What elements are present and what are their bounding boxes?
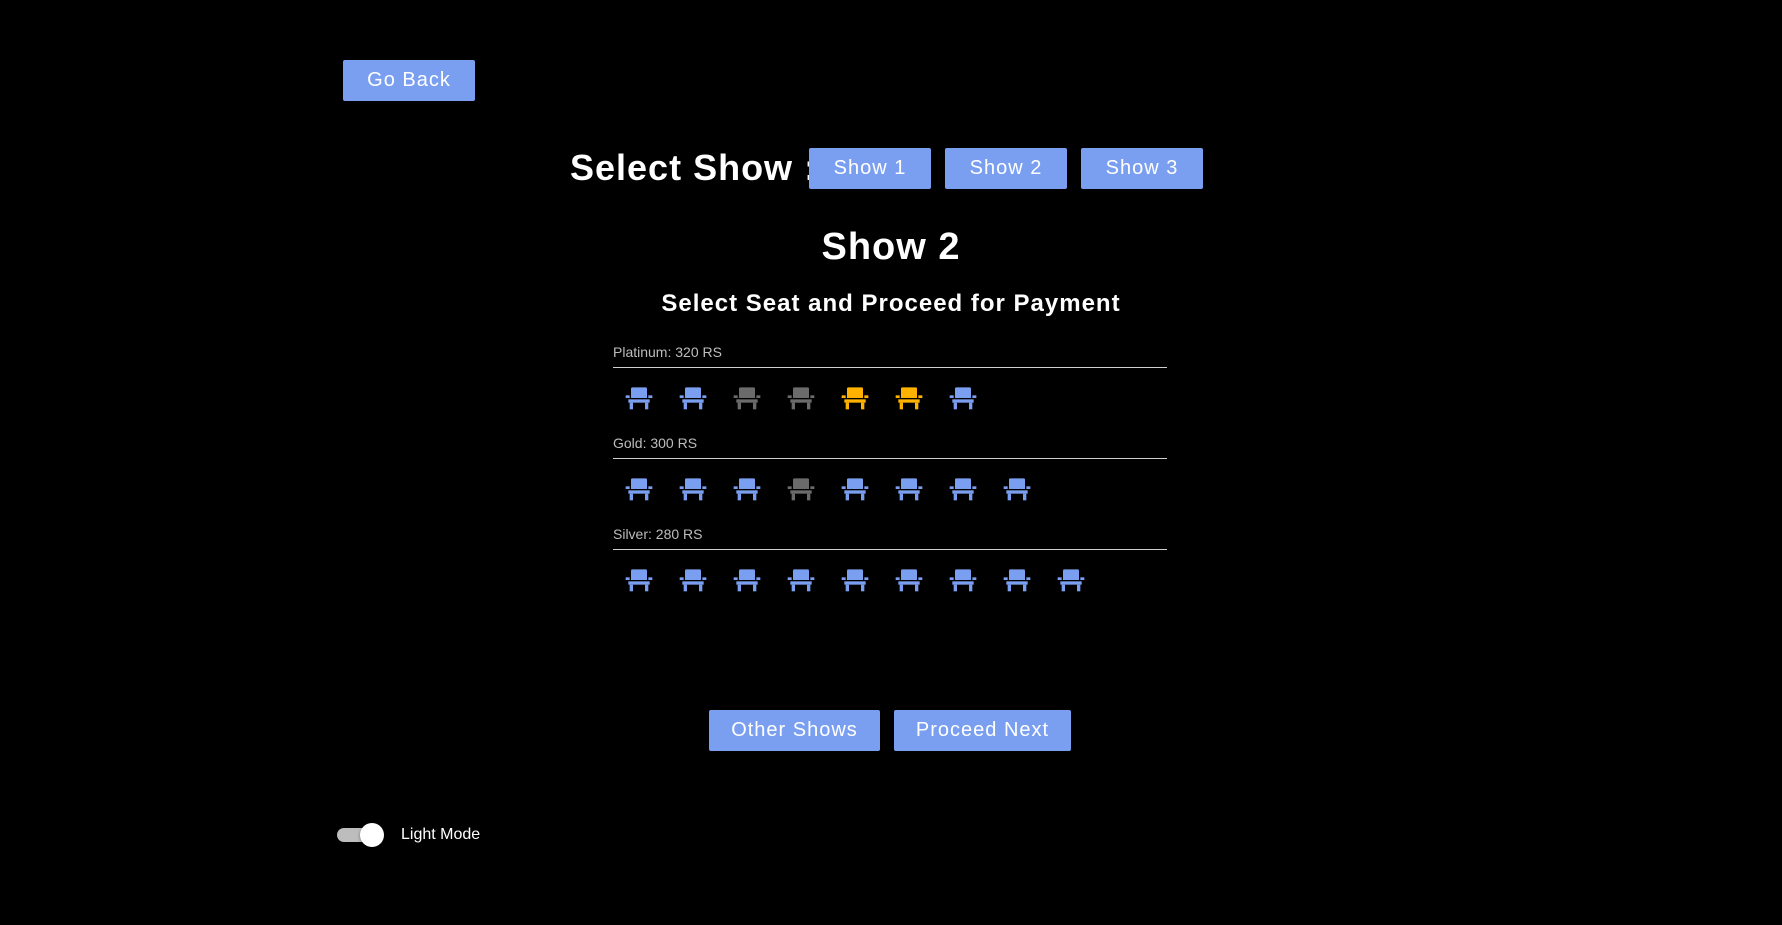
seat-icon[interactable]: [893, 564, 925, 596]
seat-icon[interactable]: [731, 473, 763, 505]
category-label: Silver: 280 RS: [613, 525, 1167, 550]
seat-icon[interactable]: [1001, 564, 1033, 596]
seat-selection-subtitle: Select Seat and Proceed for Payment: [661, 290, 1121, 317]
seat-icon[interactable]: [839, 564, 871, 596]
seat-row: [613, 382, 1167, 414]
proceed-next-button[interactable]: Proceed Next: [894, 710, 1071, 751]
go-back-button[interactable]: Go Back: [343, 60, 475, 101]
other-shows-button[interactable]: Other Shows: [709, 710, 880, 751]
select-show-label: Select Show :: [570, 147, 818, 188]
seat-row: [613, 473, 1167, 505]
show-2-button[interactable]: Show 2: [945, 148, 1067, 189]
seat-category-platinum: Platinum: 320 RS: [613, 343, 1167, 414]
category-label: Platinum: 320 RS: [613, 343, 1167, 368]
seat-row: [613, 564, 1167, 596]
seat-icon[interactable]: [677, 473, 709, 505]
show-3-button[interactable]: Show 3: [1081, 148, 1203, 189]
show-title: Show 2: [821, 226, 961, 268]
seat-icon[interactable]: [947, 382, 979, 414]
seat-category-gold: Gold: 300 RS: [613, 434, 1167, 505]
seat-icon[interactable]: [1055, 564, 1087, 596]
seat-icon[interactable]: [893, 473, 925, 505]
theme-toggle-switch[interactable]: [335, 820, 385, 850]
seat-icon: [731, 382, 763, 414]
seat-icon[interactable]: [947, 473, 979, 505]
theme-toggle-container: Light Mode: [335, 820, 480, 850]
seat-icon[interactable]: [623, 564, 655, 596]
theme-toggle-label: Light Mode: [401, 826, 481, 843]
seat-icon[interactable]: [893, 382, 925, 414]
seat-icon: [785, 473, 817, 505]
seat-icon[interactable]: [623, 473, 655, 505]
show-1-button[interactable]: Show 1: [809, 148, 931, 189]
seat-icon[interactable]: [731, 564, 763, 596]
seat-category-silver: Silver: 280 RS: [613, 525, 1167, 596]
seat-icon[interactable]: [677, 382, 709, 414]
seat-icon[interactable]: [839, 382, 871, 414]
seat-icon[interactable]: [785, 564, 817, 596]
seat-icon[interactable]: [839, 473, 871, 505]
seat-icon[interactable]: [947, 564, 979, 596]
seat-icon: [785, 382, 817, 414]
seat-icon[interactable]: [623, 382, 655, 414]
seat-icon[interactable]: [1001, 473, 1033, 505]
seat-icon[interactable]: [677, 564, 709, 596]
category-label: Gold: 300 RS: [613, 434, 1167, 459]
toggle-thumb: [360, 823, 384, 847]
